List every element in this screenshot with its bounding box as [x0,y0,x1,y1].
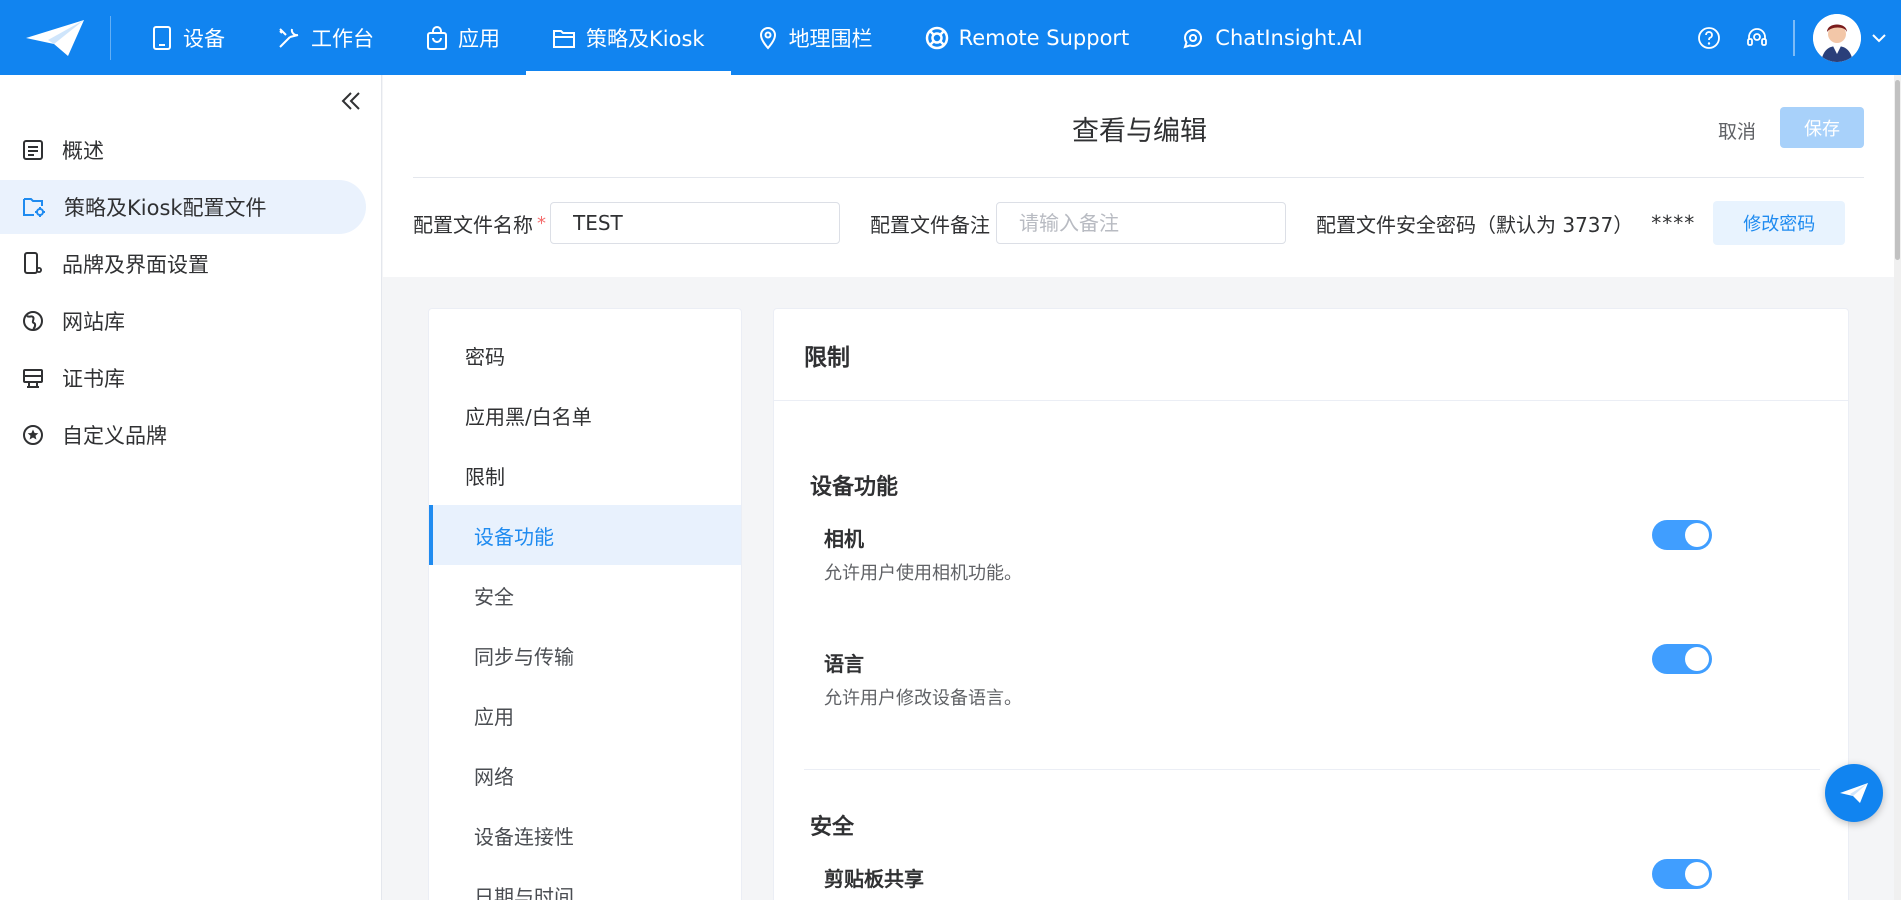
sidebar-item-website-library[interactable]: 网站库 [0,294,382,348]
app-logo[interactable] [0,0,110,75]
clipboard-sharing-toggle[interactable] [1652,859,1712,889]
sidebar-item-website-library-label: 网站库 [62,310,125,334]
double-chevron-left-icon [341,92,360,110]
paper-plane-logo-icon [26,19,84,56]
topbar-right-divider [1793,19,1795,56]
tools-icon [279,27,299,48]
save-button[interactable]: 保存 [1780,107,1864,148]
support-button[interactable] [1739,20,1775,56]
sidebar-item-brand-ui-settings-label: 品牌及界面设置 [62,253,209,277]
sidebar: 概述 策略及Kiosk配置文件 品牌及界面设置 网站库 证书库 自定义品牌 [0,75,382,900]
change-password-button[interactable]: 修改密码 [1713,201,1846,245]
header-divider [413,177,1864,178]
sidebar-item-policy-kiosk-profiles[interactable]: 策略及Kiosk配置文件 [0,180,366,234]
headset-icon [1747,27,1767,46]
profile-password-mask: **** [1651,211,1696,235]
menu-item-device-features[interactable]: 设备功能 [429,505,741,565]
main-nav: 设备 工作台 应用 策略及Kiosk 地理围栏 Remote Support C… [125,0,1389,75]
menu-item-device-connectivity[interactable]: 设备连接性 [429,805,741,865]
ai-chat-icon [1183,28,1203,49]
sidebar-menu: 概述 策略及Kiosk配置文件 品牌及界面设置 网站库 证书库 自定义品牌 [0,123,382,465]
profile-form-row: 配置文件名称 * 配置文件备注 配置文件安全密码（默认为 3737） **** … [413,201,1846,245]
restrictions-card: 限制 设备功能 相机 允许用户使用相机功能。 语言 允许用户修改设备语言。 安全… [773,308,1849,900]
section-title-security: 安全 [810,815,855,840]
sidebar-item-certificate-library-label: 证书库 [62,367,125,391]
nav-devices-label: 设备 [183,26,225,51]
option-desc-language: 允许用户修改设备语言。 [824,688,1022,709]
nav-chatinsight[interactable]: ChatInsight.AI [1155,0,1388,75]
cancel-button[interactable]: 取消 [1718,117,1756,144]
sidebar-item-custom-brand[interactable]: 自定义品牌 [0,408,382,462]
sidebar-item-overview[interactable]: 概述 [0,123,382,177]
chevron-down-icon[interactable] [1871,32,1887,44]
sidebar-item-brand-ui-settings[interactable]: 品牌及界面设置 [0,237,382,291]
nav-remote-support[interactable]: Remote Support [899,0,1156,75]
profile-name-input[interactable] [550,202,840,244]
settings-menu: 密码 应用黑/白名单 限制 设备功能 安全 同步与传输 应用 网络 设备连接性 … [428,308,742,900]
nav-remote-support-label: Remote Support [958,25,1130,50]
profile-password-label: 配置文件安全密码（默认为 3737） [1316,212,1634,237]
required-mark: * [537,212,546,234]
globe-icon [23,311,43,331]
option-title-clipboard-sharing: 剪贴板共享 [824,867,924,891]
lifebuoy-icon [925,26,948,49]
camera-toggle[interactable] [1652,520,1712,550]
certificate-icon [23,369,43,388]
device-settings-icon [24,252,42,274]
sidebar-item-custom-brand-label: 自定义品牌 [62,424,167,448]
menu-item-app-blacklist-whitelist[interactable]: 应用黑/白名单 [429,385,741,445]
help-button[interactable] [1691,20,1727,56]
shopping-bag-icon [427,25,447,50]
user-avatar[interactable] [1813,13,1861,62]
page-title: 查看与编辑 [1072,116,1207,147]
page-scrollbar-thumb[interactable] [1895,80,1900,260]
section-title-device-features: 设备功能 [810,475,899,500]
option-title-language: 语言 [824,652,864,676]
menu-item-date-time[interactable]: 日期与时间 [429,865,741,900]
profile-note-input[interactable] [996,202,1286,244]
location-pin-icon [759,26,776,50]
folder-icon [553,29,575,48]
section-divider [804,769,1820,770]
nav-policy-kiosk[interactable]: 策略及Kiosk [526,0,731,75]
overview-icon [23,140,43,160]
folder-settings-icon [23,198,45,217]
nav-workbench[interactable]: 工作台 [251,0,400,75]
language-toggle[interactable] [1652,644,1712,674]
help-icon [1698,26,1720,49]
profile-name-label: 配置文件名称 [413,212,533,237]
sidebar-item-certificate-library[interactable]: 证书库 [0,351,382,405]
option-desc-camera: 允许用户使用相机功能。 [824,563,1022,584]
sidebar-item-policy-kiosk-profiles-label: 策略及Kiosk配置文件 [64,196,267,220]
topbar-divider [110,15,111,60]
menu-item-network[interactable]: 网络 [429,745,741,805]
sidebar-item-overview-label: 概述 [62,139,104,163]
menu-item-restrictions[interactable]: 限制 [429,445,741,505]
profile-note-label: 配置文件备注 [870,212,990,237]
topbar-actions [1685,0,1901,75]
star-badge-icon [23,425,43,445]
nav-policy-kiosk-label: 策略及Kiosk [586,26,705,51]
nav-chatinsight-label: ChatInsight.AI [1215,25,1363,50]
tablet-icon [153,25,171,50]
user-avatar-icon [1813,13,1861,62]
nav-apps[interactable]: 应用 [400,0,526,75]
collapse-sidebar-button[interactable] [337,87,365,115]
nav-workbench-label: 工作台 [311,26,374,51]
menu-item-security[interactable]: 安全 [429,565,741,625]
option-title-camera: 相机 [824,527,864,551]
nav-geofence-label: 地理围栏 [788,26,873,51]
menu-item-sync-transfer[interactable]: 同步与传输 [429,625,741,685]
restrictions-title: 限制 [774,309,1848,401]
nav-devices[interactable]: 设备 [125,0,251,75]
profile-header-panel: 查看与编辑 取消 保存 配置文件名称 * 配置文件备注 配置文件安全密码（默认为… [383,75,1896,277]
nav-apps-label: 应用 [458,26,500,51]
paper-plane-icon [1840,783,1868,803]
menu-item-apps[interactable]: 应用 [429,685,741,745]
floating-assistant-button[interactable] [1825,764,1883,822]
top-navigation-bar: 设备 工作台 应用 策略及Kiosk 地理围栏 Remote Support C… [0,0,1901,75]
menu-item-password[interactable]: 密码 [429,325,741,385]
nav-geofence[interactable]: 地理围栏 [731,0,899,75]
